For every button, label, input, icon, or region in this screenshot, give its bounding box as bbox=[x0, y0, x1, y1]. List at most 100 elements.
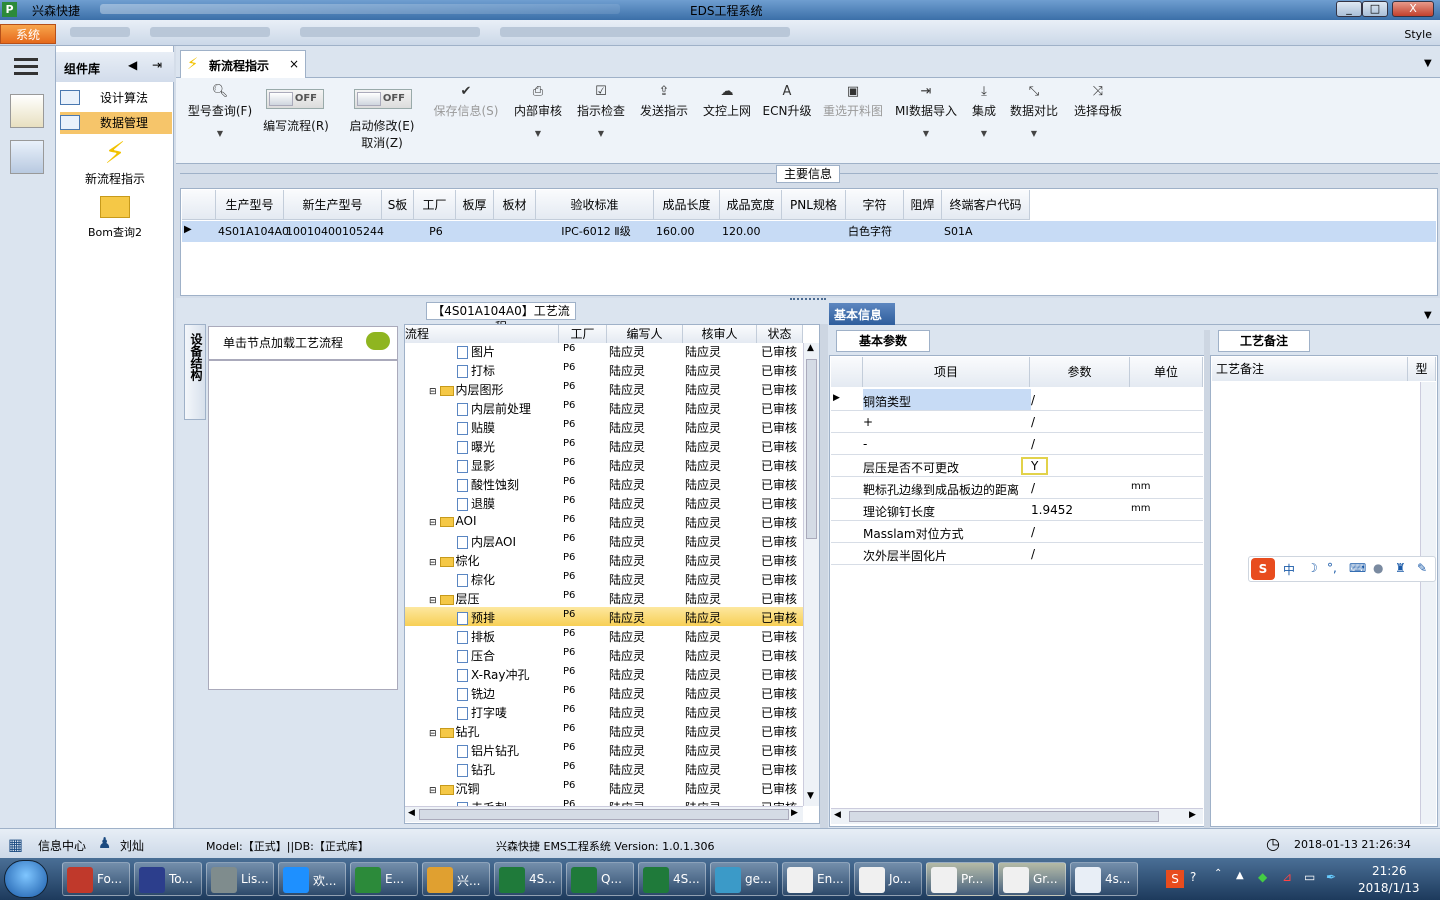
column-header[interactable]: 单位 bbox=[1130, 357, 1203, 387]
param-item[interactable]: 靶标孔边缘到成品板边的距离 bbox=[863, 477, 1031, 498]
maximize-button[interactable]: □ bbox=[1362, 1, 1388, 17]
dropdown-arrow-icon[interactable]: ▼ bbox=[574, 129, 628, 138]
tree-node[interactable]: ⊟ AOI bbox=[429, 514, 477, 528]
tab-process-notes[interactable]: 工艺备注 bbox=[1218, 330, 1310, 352]
table-cell[interactable] bbox=[494, 222, 536, 242]
taskbar-item[interactable]: 欢... bbox=[278, 862, 346, 896]
tree-node[interactable]: 打字唛 bbox=[457, 704, 507, 721]
shirt-icon[interactable]: ♜ bbox=[1395, 561, 1406, 575]
calculator-module-icon[interactable] bbox=[10, 140, 44, 174]
moon-icon[interactable]: ☽ bbox=[1307, 561, 1318, 575]
display-tray-icon[interactable]: ▭ bbox=[1304, 870, 1315, 884]
collapse-icon[interactable]: ⊟ bbox=[429, 729, 437, 739]
system-menu-button[interactable]: 系统 bbox=[0, 24, 56, 44]
table-row[interactable]: 层压是否不可更改 Y bbox=[831, 455, 1203, 477]
param-item[interactable]: Masslam对位方式 bbox=[863, 521, 1031, 542]
column-header[interactable]: 新生产型号 bbox=[284, 190, 382, 220]
integrate-button[interactable]: ⤓ 集成 ▼ bbox=[968, 84, 1000, 138]
new-flow-instruction-launcher[interactable]: ⚡ 新流程指示 bbox=[60, 138, 170, 187]
app-tray-icon[interactable]: ◆ bbox=[1258, 870, 1267, 884]
mi-import-button[interactable]: ⇥ MI数据导入 ▼ bbox=[894, 84, 958, 138]
tree-row[interactable]: 打字唛 P6 陆应灵 陆应灵 已审核 bbox=[405, 702, 803, 721]
tree-row[interactable]: 棕化 P6 陆应灵 陆应灵 已审核 bbox=[405, 569, 803, 588]
tree-row[interactable]: X-Ray冲孔 P6 陆应灵 陆应灵 已审核 bbox=[405, 664, 803, 683]
param-value[interactable]: / bbox=[1031, 437, 1035, 451]
tree-node[interactable]: 图片 bbox=[457, 343, 495, 360]
table-row[interactable]: ▶ 铜箔类型 / bbox=[831, 389, 1203, 411]
blurred-menu-item[interactable] bbox=[500, 27, 790, 37]
param-value[interactable]: 1.9452 bbox=[1031, 503, 1073, 517]
scroll-thumb[interactable] bbox=[806, 359, 817, 539]
tree-row[interactable]: 钻孔 P6 陆应灵 陆应灵 已审核 bbox=[405, 759, 803, 778]
taskbar-date[interactable]: 2018/1/13 bbox=[1358, 881, 1420, 895]
param-item[interactable]: 理论铆钉长度 bbox=[863, 499, 1031, 520]
vertical-scrollbar[interactable] bbox=[1420, 382, 1436, 824]
scroll-down-icon[interactable]: ▼ bbox=[807, 791, 814, 801]
cancel-button[interactable]: 取消(Z) bbox=[344, 134, 420, 151]
taskbar-item[interactable]: Jo... bbox=[854, 862, 922, 896]
tree-row[interactable]: 打标 P6 陆应灵 陆应灵 已审核 bbox=[405, 360, 803, 379]
horizontal-scrollbar[interactable]: ◀ ▶ bbox=[405, 806, 803, 822]
tree-node[interactable]: 棕化 bbox=[457, 571, 495, 588]
table-cell[interactable]: 白色字符 bbox=[846, 222, 904, 242]
pin-icon[interactable]: ⇥ bbox=[152, 58, 162, 72]
column-header[interactable]: 项目 bbox=[863, 357, 1030, 387]
collapse-icon[interactable]: ⊟ bbox=[429, 786, 437, 796]
vertical-scrollbar[interactable]: ▲ ▼ bbox=[803, 343, 819, 806]
feather-tray-icon[interactable]: ✒ bbox=[1326, 870, 1336, 884]
param-item[interactable]: 次外层半固化片 bbox=[863, 543, 1031, 564]
tree-node[interactable]: 排板 bbox=[457, 628, 495, 645]
model-query-button[interactable]: 🔍︎ 型号查询(F) ▼ bbox=[184, 84, 256, 138]
taskbar-item[interactable]: 4s... bbox=[1070, 862, 1138, 896]
scroll-up-icon[interactable]: ▲ bbox=[807, 343, 814, 353]
basic-info-tab[interactable]: 基本信息 bbox=[829, 303, 895, 325]
taskbar-item[interactable]: 4S... bbox=[494, 862, 562, 896]
tree-node[interactable]: ⊟ 沉铜 bbox=[429, 780, 480, 797]
tree-row[interactable]: ⊟ 沉铜 P6 陆应灵 陆应灵 已审核 bbox=[405, 778, 803, 797]
tab-close-icon[interactable]: × bbox=[289, 57, 299, 71]
tree-row[interactable]: 铝片钻孔 P6 陆应灵 陆应灵 已审核 bbox=[405, 740, 803, 759]
scroll-thumb[interactable] bbox=[419, 809, 789, 820]
tree-row[interactable]: ⊟ 内层图形 P6 陆应灵 陆应灵 已审核 bbox=[405, 379, 803, 398]
splitter[interactable] bbox=[820, 324, 828, 828]
close-button[interactable]: X bbox=[1392, 1, 1434, 17]
tree-row[interactable]: 压合 P6 陆应灵 陆应灵 已审核 bbox=[405, 645, 803, 664]
param-value[interactable]: / bbox=[1031, 547, 1035, 561]
network-tray-icon[interactable]: ⊿ bbox=[1282, 870, 1292, 884]
scroll-thumb[interactable] bbox=[849, 811, 1159, 822]
tree-node[interactable]: 钻孔 bbox=[457, 761, 495, 778]
tree-row[interactable]: 显影 P6 陆应灵 陆应灵 已审核 bbox=[405, 455, 803, 474]
bom-query-launcher[interactable]: Bom查询2 bbox=[60, 196, 170, 240]
tree-node[interactable]: 内层AOI bbox=[457, 533, 516, 550]
column-header[interactable]: 阻焊 bbox=[904, 190, 942, 220]
param-item[interactable]: 层压是否不可更改 bbox=[863, 455, 1031, 476]
tree-node[interactable]: 内层前处理 bbox=[457, 400, 531, 417]
instruction-check-button[interactable]: ☑ 指示检查 ▼ bbox=[574, 84, 628, 138]
sogou-logo-icon[interactable]: S bbox=[1251, 558, 1275, 580]
table-cell[interactable]: 4S01A104A0 bbox=[216, 222, 289, 242]
column-header[interactable]: 板厚 bbox=[456, 190, 494, 220]
table-cell[interactable] bbox=[904, 222, 942, 242]
tree-node[interactable]: ⊟ 钻孔 bbox=[429, 723, 480, 740]
tree-node[interactable]: 退膜 bbox=[457, 495, 495, 512]
param-value[interactable]: / bbox=[1031, 481, 1035, 495]
taskbar-item[interactable]: Fo... bbox=[62, 862, 130, 896]
column-header[interactable]: S板 bbox=[382, 190, 414, 220]
tree-node[interactable]: 打标 bbox=[457, 362, 495, 379]
column-header[interactable]: 工厂 bbox=[414, 190, 456, 220]
param-value[interactable]: / bbox=[1031, 393, 1035, 407]
ecn-upgrade-button[interactable]: A ECN升级 bbox=[762, 84, 812, 119]
tree-row[interactable]: 图片 P6 陆应灵 陆应灵 已审核 bbox=[405, 341, 803, 360]
horizontal-scrollbar[interactable]: ◀ ▶ bbox=[831, 808, 1203, 824]
column-header[interactable]: 板材 bbox=[494, 190, 536, 220]
taskbar-item[interactable]: Lis... bbox=[206, 862, 274, 896]
select-master-button[interactable]: ⤨ 选择母板 bbox=[1072, 84, 1124, 119]
tree-node[interactable]: ⊟ 棕化 bbox=[429, 552, 480, 569]
tree-row[interactable]: 贴膜 P6 陆应灵 陆应灵 已审核 bbox=[405, 417, 803, 436]
column-header[interactable]: 验收标准 bbox=[536, 190, 654, 220]
collapse-icon[interactable]: ⊟ bbox=[429, 596, 437, 606]
tree-row[interactable]: 铣边 P6 陆应灵 陆应灵 已审核 bbox=[405, 683, 803, 702]
blurred-menu-item[interactable] bbox=[70, 27, 130, 37]
tree-node[interactable]: X-Ray冲孔 bbox=[457, 666, 529, 683]
dropdown-arrow-icon[interactable]: ▼ bbox=[968, 129, 1000, 138]
